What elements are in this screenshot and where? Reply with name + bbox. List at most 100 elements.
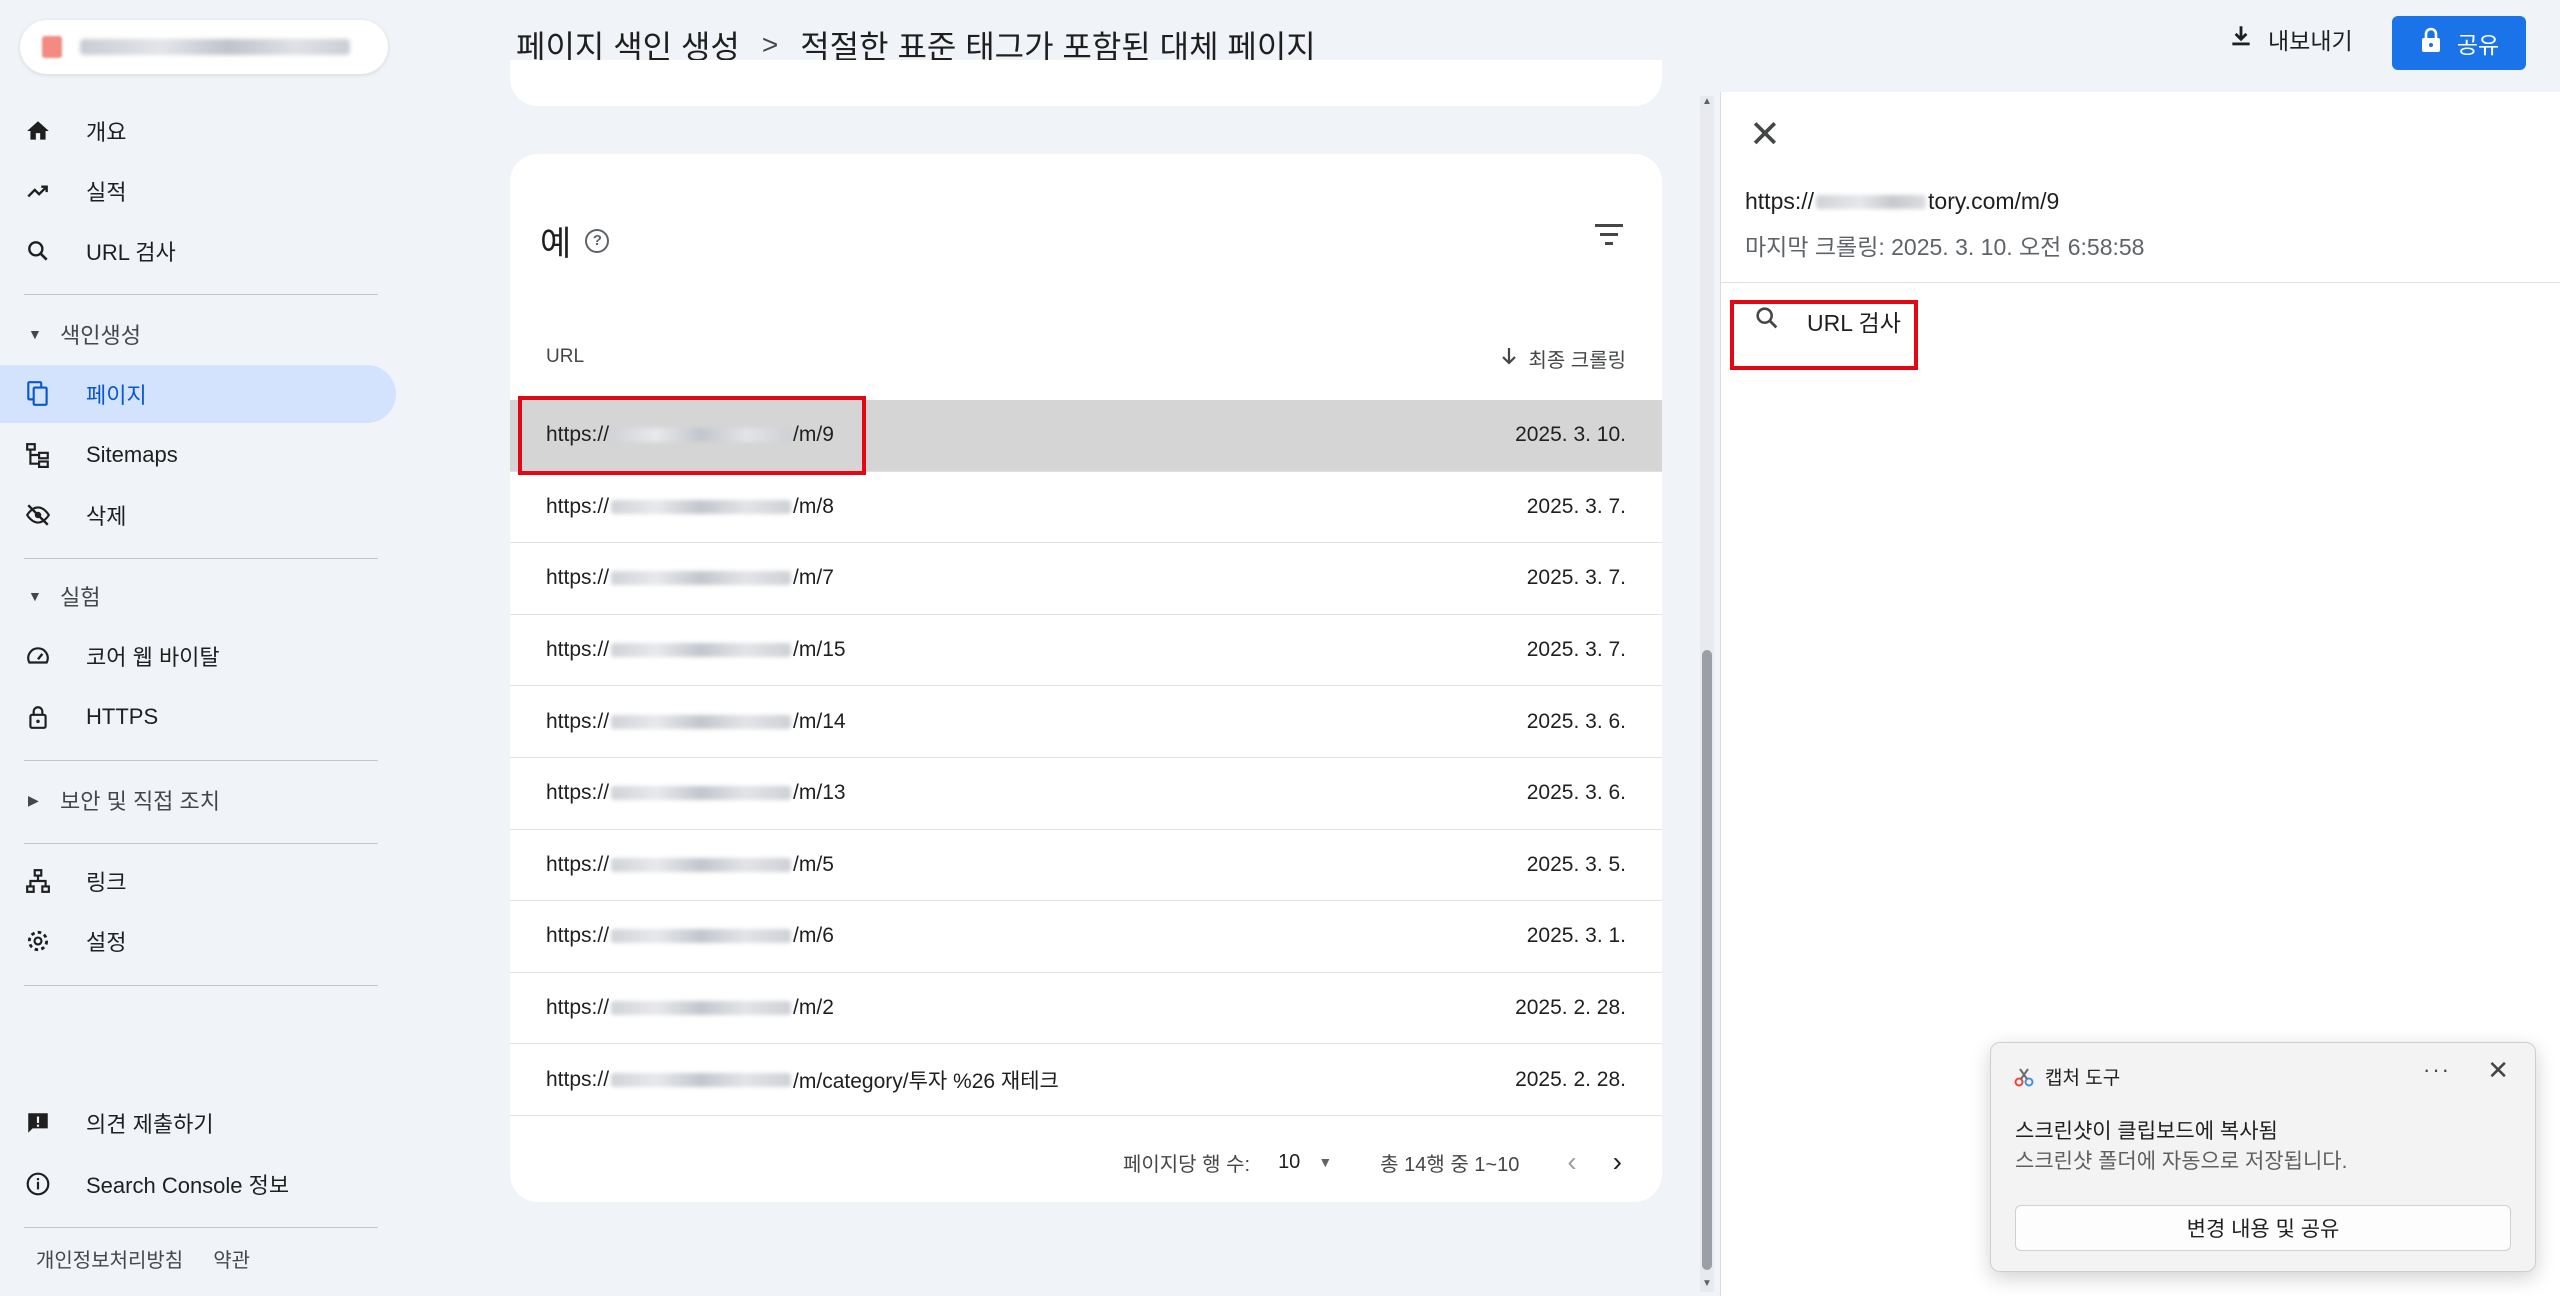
sidebar-item-label: 설정 (86, 930, 127, 955)
row-date: 2025. 3. 7. (1526, 638, 1626, 662)
sidebar-item-label: 실적 (86, 180, 127, 205)
gear-icon (24, 927, 52, 955)
url-prefix: https:// (546, 781, 610, 805)
scroll-up-icon[interactable]: ▲ (1700, 96, 1714, 107)
sidebar-item-sitemaps[interactable]: Sitemaps (24, 426, 396, 484)
sitemap-icon (24, 441, 52, 469)
table-row[interactable]: https:// /m/7 2025. 3. 7. (510, 543, 1662, 615)
column-header-label: 최종 크롤링 (1528, 350, 1626, 372)
row-url: https:// /m/8 (546, 495, 834, 519)
row-date: 2025. 3. 7. (1526, 494, 1626, 518)
property-selector[interactable] (20, 20, 388, 74)
table-row[interactable]: https:// /m/category/투자 %26 재테크 2025. 2. … (510, 1044, 1662, 1116)
sidebar-item-removals[interactable]: 삭제 (24, 486, 396, 544)
sidebar-divider (24, 1227, 378, 1228)
sidebar-item-url-inspection[interactable]: URL 검사 (24, 222, 396, 280)
share-button[interactable]: 공유 (2392, 16, 2526, 70)
url-suffix: /m/2 (793, 996, 834, 1020)
lock-icon (2419, 27, 2443, 59)
lock-icon (24, 703, 52, 731)
table-row[interactable]: https:// /m/5 2025. 3. 5. (510, 830, 1662, 902)
caret-down-icon: ▼ (28, 326, 42, 342)
table-row[interactable]: https:// /m/15 2025. 3. 7. (510, 615, 1662, 687)
table-row[interactable]: https:// /m/13 2025. 3. 6. (510, 758, 1662, 830)
url-suffix: /m/8 (793, 494, 834, 518)
panel-url-redacted (1816, 194, 1927, 209)
privacy-link[interactable]: 개인정보처리방침 (36, 1244, 183, 1273)
row-date: 2025. 2. 28. (1515, 1067, 1626, 1091)
toast-message: 스크린샷이 클립보드에 복사됨 (2015, 1120, 2278, 1143)
next-page-icon[interactable]: › (1613, 1146, 1622, 1178)
section-indexing[interactable]: ▼ 색인생성 (28, 314, 141, 354)
url-redacted (611, 571, 792, 586)
caret-down-icon[interactable]: ▼ (1318, 1154, 1332, 1170)
toast-header: 캡처 도구 (2013, 1063, 2120, 1090)
examples-title-text: 예 (540, 225, 572, 263)
property-name-redacted (80, 39, 350, 55)
feedback-icon (24, 1109, 52, 1137)
sidebar-divider (24, 294, 378, 295)
table-row[interactable]: https:// /m/14 2025. 3. 6. (510, 686, 1662, 758)
sidebar-divider (24, 760, 378, 761)
sidebar-item-settings[interactable]: 설정 (24, 912, 396, 970)
row-url: https:// /m/15 (546, 638, 846, 662)
info-icon (24, 1170, 52, 1198)
section-security[interactable]: ▶ 보안 및 직접 조치 (28, 780, 220, 820)
section-experience[interactable]: ▼ 실험 (28, 576, 100, 616)
table-row[interactable]: https:// /m/2 2025. 2. 28. (510, 973, 1662, 1045)
url-prefix: https:// (546, 1067, 610, 1091)
url-redacted (611, 857, 792, 872)
pagination-range: 총 14행 중 1~10 (1380, 1153, 1520, 1176)
url-prefix: https:// (546, 852, 610, 876)
property-favicon (42, 36, 62, 58)
close-icon[interactable]: ✕ (1749, 116, 1781, 154)
prev-page-icon[interactable]: ‹ (1567, 1146, 1576, 1178)
pagination: 페이지당 행 수: 10 ▼ 총 14행 중 1~10 ‹ › (1123, 1146, 1622, 1178)
sidebar-item-about[interactable]: Search Console 정보 (24, 1155, 396, 1213)
export-button[interactable]: 내보내기 (2228, 22, 2353, 56)
sidebar-item-performance[interactable]: 실적 (24, 162, 396, 220)
sidebar-item-links[interactable]: 링크 (24, 852, 396, 910)
url-prefix: https:// (546, 494, 610, 518)
caret-right-icon: ▶ (28, 791, 39, 808)
section-label: 색인생성 (60, 323, 141, 348)
edit-and-share-button[interactable]: 변경 내용 및 공유 (2015, 1205, 2511, 1251)
sidebar-item-pages[interactable]: 페이지 (0, 365, 396, 423)
sidebar-item-core-web-vitals[interactable]: 코어 웹 바이탈 (24, 627, 396, 685)
export-label: 내보내기 (2268, 28, 2353, 54)
examples-card: 예 ? URL 최종 크롤링 https:///m/9 2025. 3. 10.… (510, 154, 1662, 1202)
sidebar-item-label: URL 검사 (86, 240, 176, 265)
close-icon[interactable]: ✕ (2487, 1055, 2509, 1086)
help-icon[interactable]: ? (585, 228, 610, 253)
more-options-icon[interactable]: ··· (2423, 1057, 2451, 1083)
url-suffix: /m/5 (793, 852, 834, 876)
sidebar-item-label: 코어 웹 바이탈 (86, 645, 220, 670)
toast-sub-message: 스크린샷 폴더에 자동으로 저장됩니다. (2015, 1150, 2348, 1173)
url-table: https:///m/9 2025. 3. 10. https:///m/8 2… (510, 400, 1662, 1116)
url-prefix: https:// (546, 638, 610, 662)
rows-per-page-select[interactable]: 10 (1278, 1151, 1300, 1174)
column-header-last-crawl[interactable]: 최종 크롤링 (1500, 344, 1626, 373)
url-redacted (611, 643, 792, 658)
url-prefix: https:// (546, 924, 610, 948)
sidebar-item-overview[interactable]: 개요 (24, 102, 396, 160)
table-row[interactable]: https:// /m/6 2025. 3. 1. (510, 901, 1662, 973)
column-header-url[interactable]: URL (546, 346, 584, 368)
row-url: https:// /m/14 (546, 710, 846, 734)
filter-icon[interactable] (1594, 224, 1624, 251)
panel-url-prefix: https:// (1745, 188, 1815, 214)
sidebar-item-feedback[interactable]: 의견 제출하기 (24, 1094, 396, 1152)
terms-link[interactable]: 약관 (213, 1244, 250, 1273)
sidebar-divider (24, 558, 378, 559)
row-date: 2025. 2. 28. (1515, 996, 1626, 1020)
row-url: https:// /m/13 (546, 781, 846, 805)
table-row[interactable]: https:// /m/8 2025. 3. 7. (510, 472, 1662, 544)
scroll-down-icon[interactable]: ▼ (1700, 1278, 1714, 1289)
scrollbar-thumb[interactable] (1702, 650, 1712, 1270)
speed-icon (24, 642, 52, 670)
panel-url: https:// tory.com/m/9 (1745, 188, 2059, 215)
row-date: 2025. 3. 6. (1526, 709, 1626, 733)
sidebar-item-label: HTTPS (86, 704, 159, 729)
sidebar-item-https[interactable]: HTTPS (24, 688, 396, 746)
sidebar-footer: 개인정보처리방침 약관 (36, 1244, 250, 1273)
